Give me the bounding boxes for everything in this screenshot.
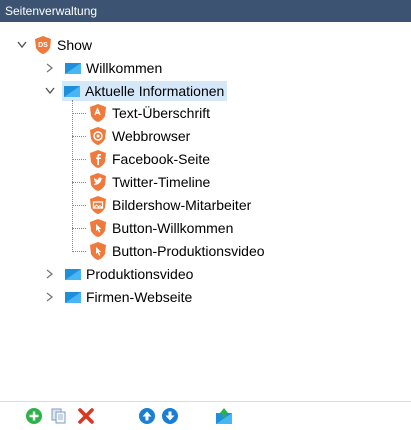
tree-item-text-ueberschrift[interactable]: Text-Überschrift <box>88 102 210 124</box>
toolbar-divider <box>0 401 411 402</box>
tree-connector <box>72 251 86 252</box>
tree-item-facebook-seite[interactable]: Facebook-Seite <box>88 148 210 170</box>
slideshow-icon <box>90 196 106 214</box>
tree-item-twitter-timeline[interactable]: Twitter-Timeline <box>88 171 210 193</box>
tree-root-label: Show <box>57 37 93 53</box>
panel-title: Seitenverwaltung <box>0 0 411 22</box>
twitter-icon <box>90 173 106 191</box>
tree-connector <box>72 182 86 183</box>
move-up-button[interactable] <box>138 407 156 425</box>
folder-icon <box>63 85 81 98</box>
tree-connector <box>72 205 86 206</box>
button-icon <box>90 242 106 260</box>
tree-root-show[interactable]: DS Show <box>33 34 92 56</box>
copy-icon <box>51 408 66 424</box>
tree-toolbar <box>0 405 411 427</box>
tree-connector <box>72 159 86 160</box>
move-up-icon <box>139 408 155 424</box>
folder-label: Aktuelle Informationen <box>85 83 225 99</box>
folder-icon <box>64 268 82 281</box>
tree-connector <box>72 136 86 137</box>
chevron-right-icon[interactable] <box>44 62 56 74</box>
tree-folder-aktuelle-informationen[interactable]: Aktuelle Informationen <box>62 80 228 102</box>
delete-button[interactable] <box>77 407 95 425</box>
tree-connector <box>72 113 86 114</box>
tree-item-bildershow-mitarbeiter[interactable]: Bildershow-Mitarbeiter <box>88 194 251 216</box>
chevron-down-icon[interactable] <box>16 39 28 51</box>
item-label: Facebook-Seite <box>112 151 211 167</box>
selection-highlight: Aktuelle Informationen <box>62 81 228 101</box>
add-icon <box>26 408 42 424</box>
svg-text:DS: DS <box>38 42 48 49</box>
tree-connector <box>72 228 86 229</box>
chevron-right-icon[interactable] <box>44 268 56 280</box>
button-icon <box>90 219 106 237</box>
import-button[interactable] <box>215 407 233 425</box>
tree-folder-willkommen[interactable]: Willkommen <box>64 57 162 79</box>
move-down-icon <box>162 408 178 424</box>
tree-item-button-produktionsvideo[interactable]: Button-Produktionsvideo <box>88 240 265 262</box>
item-label: Webbrowser <box>112 128 191 144</box>
show-icon: DS <box>35 36 51 54</box>
folder-label: Produktionsvideo <box>86 266 194 282</box>
item-label: Text-Überschrift <box>112 105 211 121</box>
facebook-icon <box>90 150 106 168</box>
move-down-button[interactable] <box>161 407 179 425</box>
page-tree: DS Show Willkommen Aktuelle Informatione… <box>0 26 411 326</box>
item-label: Button-Produktionsvideo <box>112 243 265 259</box>
item-label: Bildershow-Mitarbeiter <box>112 197 252 213</box>
chevron-right-icon[interactable] <box>44 291 56 303</box>
folder-icon <box>64 291 82 304</box>
tree-item-webbrowser[interactable]: Webbrowser <box>88 125 190 147</box>
tree-item-button-willkommen[interactable]: Button-Willkommen <box>88 217 233 239</box>
text-module-icon <box>90 104 106 122</box>
item-label: Button-Willkommen <box>112 220 234 236</box>
delete-icon <box>78 408 94 424</box>
folder-label: Willkommen <box>86 60 163 76</box>
chevron-down-icon[interactable] <box>44 85 56 97</box>
add-button[interactable] <box>25 407 43 425</box>
copy-button[interactable] <box>50 407 68 425</box>
item-label: Twitter-Timeline <box>112 174 211 190</box>
tree-folder-produktionsvideo[interactable]: Produktionsvideo <box>64 263 193 285</box>
folder-label: Firmen-Webseite <box>86 289 193 305</box>
import-icon <box>216 408 232 424</box>
folder-icon <box>64 62 82 75</box>
webbrowser-icon <box>90 127 106 145</box>
tree-folder-firmen-webseite[interactable]: Firmen-Webseite <box>64 286 192 308</box>
